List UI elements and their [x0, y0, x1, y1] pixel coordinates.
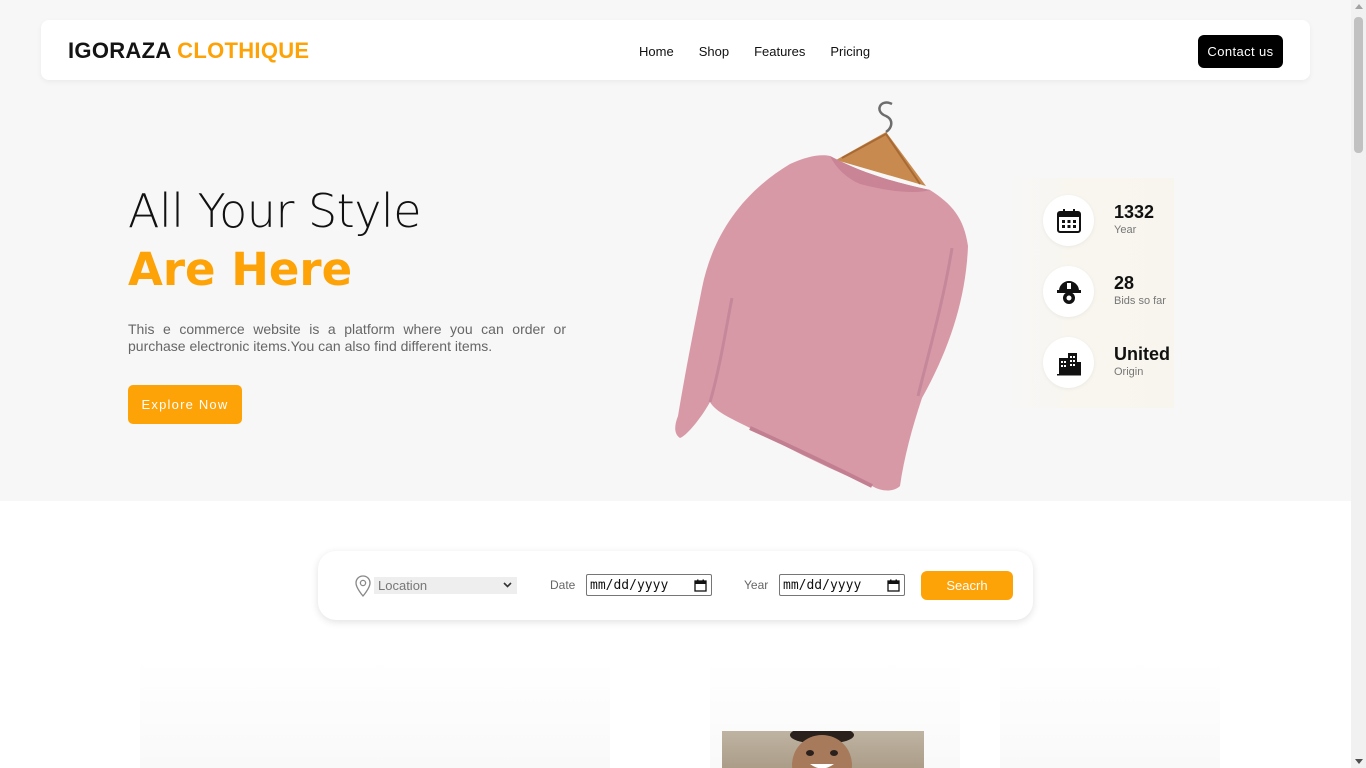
hardhat-gear-icon	[1043, 266, 1094, 317]
stat-origin: United Origin	[1043, 337, 1183, 389]
nav-link-home[interactable]: Home	[639, 44, 674, 59]
stat-value: 1332	[1114, 202, 1155, 222]
person-photo	[722, 731, 924, 768]
date-label: Date	[550, 578, 576, 592]
date-input[interactable]: mm/dd/yyyy	[586, 574, 712, 596]
search-bar: Location Date mm/dd/yyyy Year mm/dd/yyyy…	[318, 551, 1033, 620]
stat-label: Bids so far	[1114, 295, 1166, 307]
nav-link-pricing[interactable]: Pricing	[830, 44, 870, 59]
year-input-value: mm/dd/yyyy	[783, 577, 862, 593]
navbar: IGORAZA CLOTHIQUE Home Shop Features Pri…	[41, 20, 1310, 80]
chevron-down-icon	[503, 582, 512, 588]
scrollbar-thumb[interactable]	[1354, 17, 1363, 153]
brand-logo[interactable]: IGORAZA CLOTHIQUE	[68, 38, 309, 64]
stat-bids: 28 Bids so far	[1043, 266, 1183, 318]
year-label: Year	[744, 578, 769, 592]
hero-title-line1: All Your Style	[128, 184, 422, 238]
nav-link-features[interactable]: Features	[754, 44, 805, 59]
nav-menu: Home Shop Features Pricing	[639, 44, 895, 59]
brand-name-part1: IGORAZA	[68, 38, 171, 63]
location-pin-icon	[355, 575, 371, 597]
stat-label: Origin	[1114, 366, 1144, 378]
card-placeholder	[140, 660, 610, 768]
date-input-value: mm/dd/yyyy	[590, 577, 669, 593]
nav-link-shop[interactable]: Shop	[699, 44, 729, 59]
stat-label: Year	[1114, 224, 1137, 236]
brand-name-part2: CLOTHIQUE	[177, 38, 310, 63]
calendar-picker-icon[interactable]	[887, 579, 900, 592]
stat-value: 28	[1114, 273, 1135, 293]
calendar-picker-icon[interactable]	[694, 579, 707, 592]
scroll-down-arrow-icon[interactable]	[1355, 759, 1363, 764]
sweater-on-hanger-image	[675, 101, 968, 491]
year-input[interactable]: mm/dd/yyyy	[779, 574, 905, 596]
scroll-up-arrow-icon[interactable]	[1355, 4, 1363, 9]
explore-now-button[interactable]: Explore Now	[128, 385, 242, 424]
stat-year: 1332 Year	[1043, 195, 1183, 247]
buildings-icon	[1043, 337, 1094, 388]
contact-us-button[interactable]: Contact us	[1198, 35, 1283, 68]
card-placeholder	[1000, 660, 1220, 768]
location-select-value: Location	[378, 578, 428, 593]
calendar-icon	[1043, 195, 1094, 246]
vertical-scrollbar[interactable]	[1351, 0, 1366, 768]
location-select[interactable]: Location	[374, 577, 517, 594]
stat-value: United	[1114, 344, 1170, 364]
hero-description: This e commerce website is a platform wh…	[128, 321, 566, 354]
search-button[interactable]: Seacrh	[921, 571, 1013, 600]
hero-title-line2: Are Here	[128, 243, 353, 296]
